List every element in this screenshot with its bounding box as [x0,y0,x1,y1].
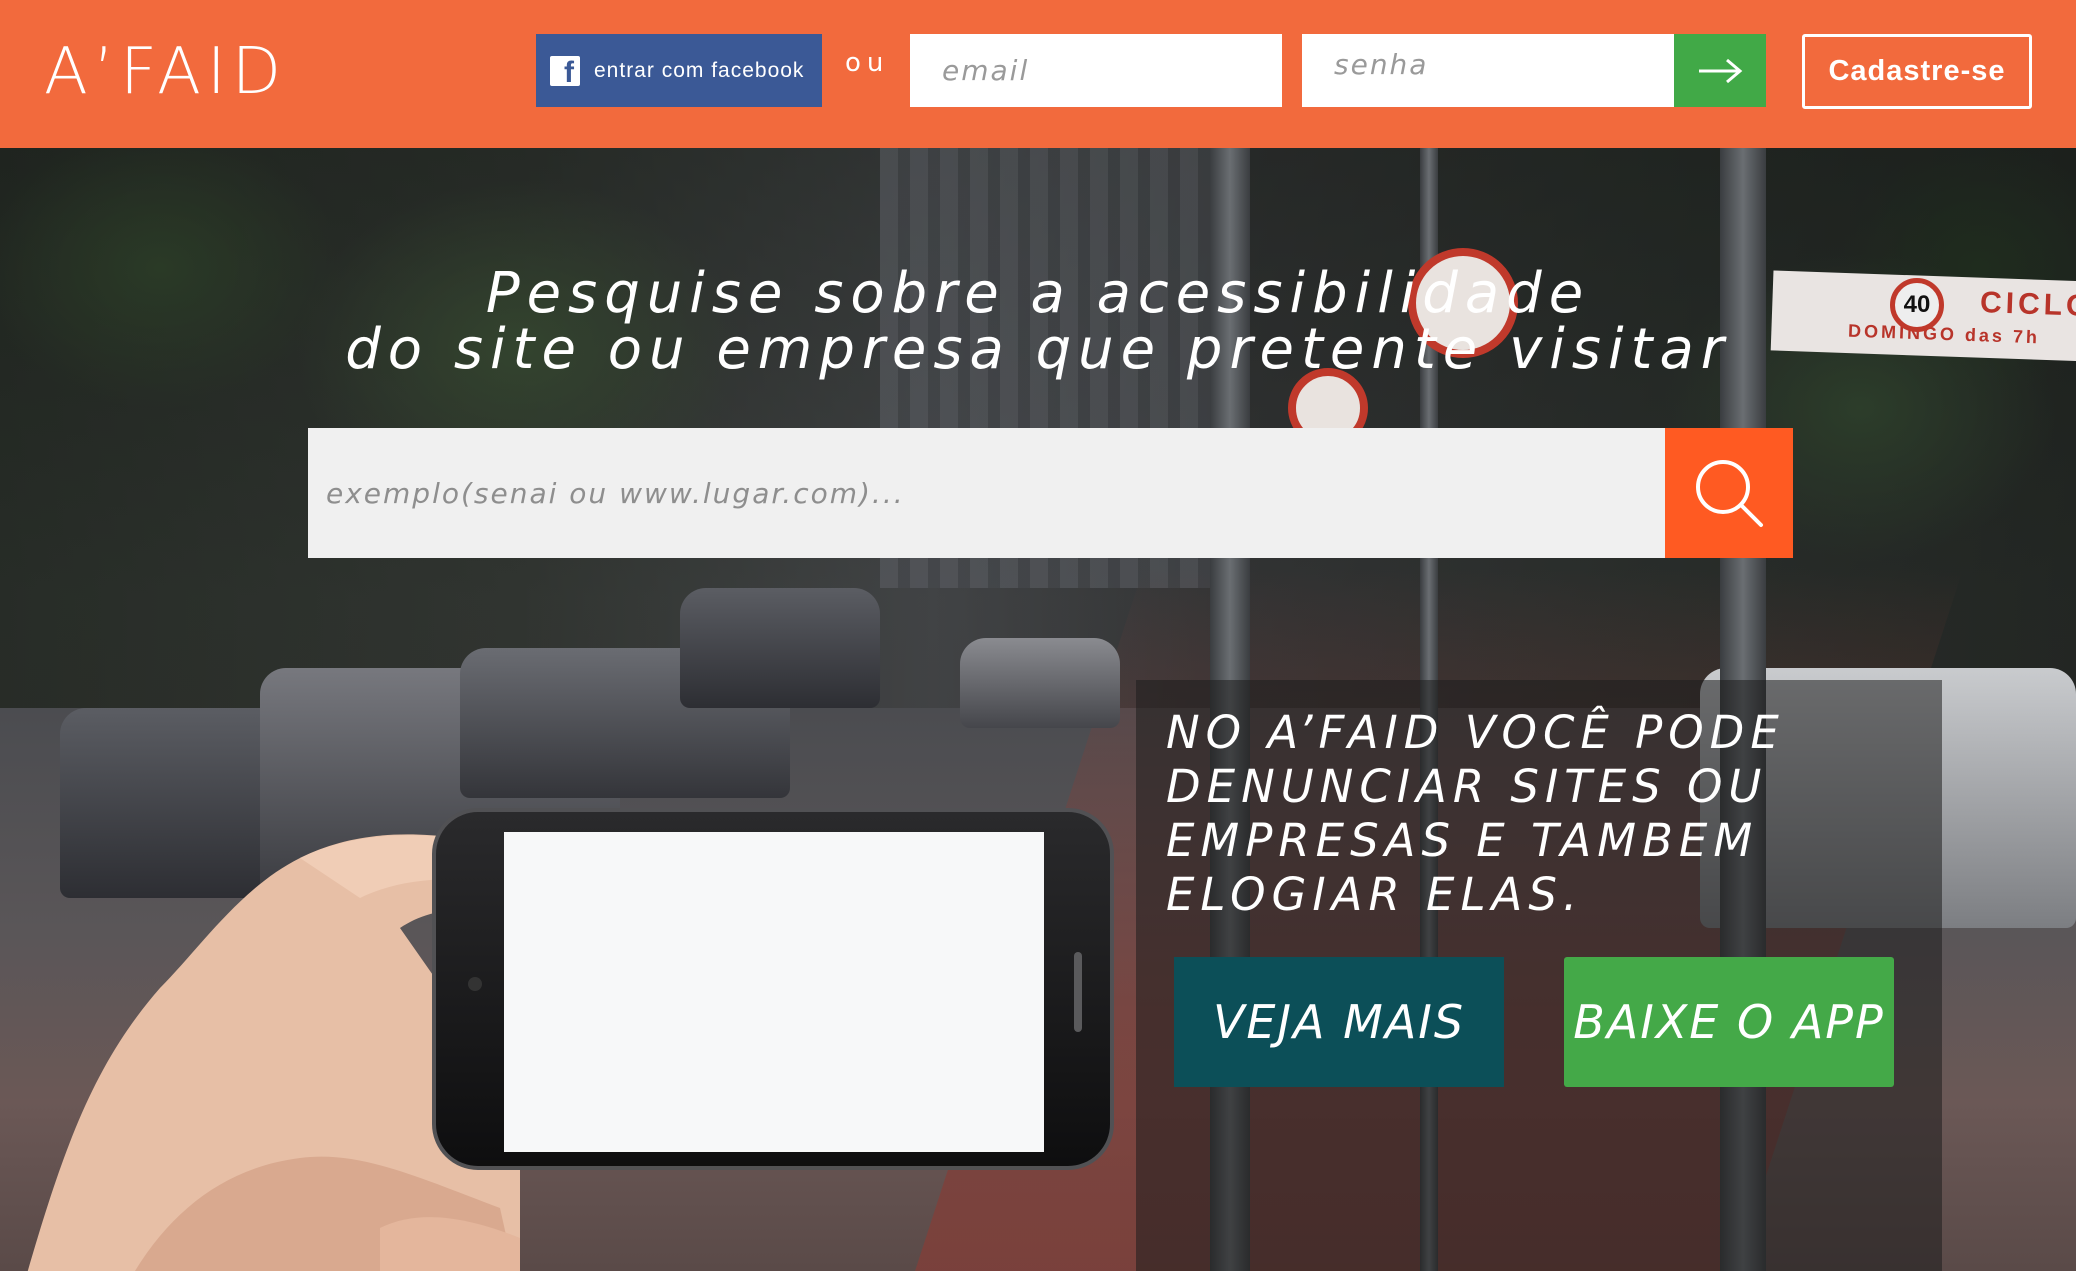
search-input[interactable] [308,428,1665,558]
phone-mockup [432,808,1114,1170]
email-field[interactable] [910,34,1282,107]
search-button[interactable] [1665,428,1793,558]
phone-camera [468,977,482,991]
background-car [680,588,880,708]
hero-headline-line2: do site ou empresa que pretente visitar [345,317,1731,382]
or-separator: ou [845,48,890,78]
top-header: A’FAID f entrar com facebook ou Cadastre… [0,0,2076,148]
phone-screen [504,832,1044,1152]
search-icon [1696,460,1763,527]
facebook-icon: f [550,55,580,86]
site-logo[interactable]: A’FAID [44,32,287,112]
password-field[interactable] [1302,34,1674,107]
hero-headline-line1: Pesquise sobre a acessibilidade [485,261,1591,326]
login-submit-button[interactable] [1674,34,1766,107]
hero-headline: Pesquise sobre a acessibilidade do site … [0,266,2076,378]
facebook-login-button[interactable]: f entrar com facebook [536,34,822,107]
download-app-button[interactable]: BAIXE O APP [1564,957,1894,1087]
background-car [960,638,1120,728]
hero-section: CICLO DOMINGO das 7h 40 Pesquise sobre a… [0,148,2076,1271]
signup-button[interactable]: Cadastre-se [1802,34,2032,109]
info-text: NO A’FAID VOCÊ PODE DENUNCIAR SITES OU E… [1166,706,1785,921]
see-more-button[interactable]: VEJA MAIS [1174,957,1504,1087]
arrow-right-icon [1699,58,1743,83]
facebook-login-label: entrar com facebook [594,58,805,82]
phone-speaker [1074,952,1082,1032]
info-panel: NO A’FAID VOCÊ PODE DENUNCIAR SITES OU E… [1136,680,1942,1271]
